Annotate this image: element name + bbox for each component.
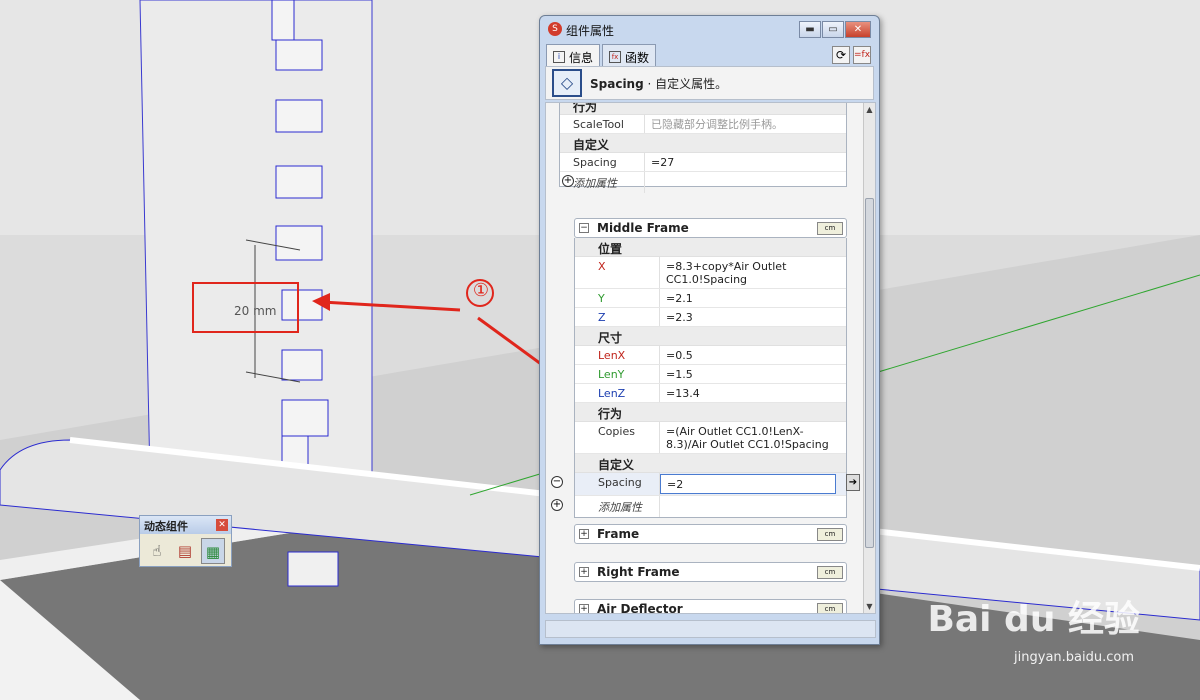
attribute-row[interactable]: Spacing =27 (560, 153, 846, 172)
watermark-url: jingyan.baidu.com (1014, 650, 1134, 665)
refresh-icon[interactable]: ⟳ (832, 46, 850, 64)
close-button[interactable]: ✕ (845, 21, 871, 38)
attribute-row-spacing[interactable]: − Spacing =2 ➔ (551, 473, 860, 496)
component-header-air-deflector[interactable]: + Air Deflector cm (574, 599, 847, 613)
unit-toggle[interactable]: cm (817, 222, 843, 235)
selected-attribute-description: · 自定义属性。 (643, 76, 728, 91)
attribute-row[interactable]: Y =2.1 (575, 289, 846, 308)
component-header-frame[interactable]: + Frame cm (574, 524, 847, 544)
status-bar (545, 620, 876, 638)
top-component-group: 行为 ScaleTool 已隐藏部分调整比例手柄。 自定义 Spacing =2… (559, 103, 847, 193)
attribute-row[interactable]: Z =2.3 (575, 308, 846, 327)
add-attribute-icon[interactable]: + (551, 499, 563, 511)
minimize-button[interactable]: ▬ (799, 21, 821, 38)
section-header: 自定义 (575, 454, 846, 473)
unit-toggle[interactable]: cm (817, 528, 843, 541)
attribute-row[interactable]: LenY =1.5 (575, 365, 846, 384)
attribute-row[interactable]: X =8.3+copy*Air Outlet CC1.0!Spacing (575, 257, 846, 289)
collapse-icon[interactable]: − (579, 223, 589, 233)
sketchup-icon: S (548, 22, 562, 36)
component-header-right-frame[interactable]: + Right Frame cm (574, 562, 847, 582)
function-icon: fx (609, 51, 622, 63)
section-header: 行为 (575, 403, 846, 422)
attributes-panel[interactable]: 行为 ScaleTool 已隐藏部分调整比例手柄。 自定义 Spacing =2… (545, 102, 876, 614)
interact-hand-icon[interactable]: ☝ (145, 538, 169, 564)
component-attributes-icon[interactable]: ▦ (201, 538, 225, 564)
middle-frame-attributes: 位置 X =8.3+copy*Air Outlet CC1.0!Spacing … (551, 238, 860, 518)
baidu-watermark: Bai du 经验 (927, 599, 1140, 640)
selection-header: ◇ Spacing · 自定义属性。 (545, 66, 874, 100)
callout-number: ① (472, 280, 490, 301)
vertical-scrollbar[interactable]: ▲ ▼ (863, 103, 875, 613)
selected-attribute-name: Spacing (590, 76, 644, 91)
maximize-button[interactable]: ▭ (822, 21, 844, 38)
toolbar-title: 动态组件 ✕ (140, 516, 231, 534)
attribute-row[interactable]: LenX =0.5 (575, 346, 846, 365)
component-options-icon[interactable]: ▤ (173, 538, 197, 564)
info-icon: i (553, 51, 565, 63)
delete-attribute-icon[interactable]: − (551, 476, 563, 488)
section-header: 行为 (560, 103, 846, 115)
expand-icon[interactable]: + (579, 529, 589, 539)
dialog-titlebar[interactable]: S 组件属性 ▬ ▭ ✕ (540, 16, 879, 44)
tab-functions[interactable]: fx 函数 (602, 44, 657, 66)
attribute-row[interactable]: ScaleTool 已隐藏部分调整比例手柄。 (560, 115, 846, 134)
attribute-row[interactable]: Copies =(Air Outlet CC1.0!LenX-8.3)/Air … (575, 422, 846, 454)
component-attributes-dialog: S 组件属性 ▬ ▭ ✕ i 信息 fx 函数 ⟳ =fx ◇ Spacing … (539, 15, 880, 645)
add-attribute-row[interactable]: + 添加属性 (551, 496, 846, 517)
close-icon[interactable]: ✕ (216, 519, 228, 531)
tab-info[interactable]: i 信息 (546, 44, 601, 66)
unit-toggle[interactable]: cm (817, 566, 843, 579)
scroll-down-icon[interactable]: ▼ (864, 602, 875, 611)
dialog-title: 组件属性 (566, 24, 615, 38)
section-header: 自定义 (560, 134, 846, 153)
scroll-thumb[interactable] (865, 198, 874, 548)
attribute-row[interactable]: LenZ =13.4 (575, 384, 846, 403)
add-attribute-row[interactable]: + 添加属性 (560, 172, 846, 193)
apply-arrow-icon[interactable]: ➔ (846, 474, 860, 491)
spacing-value-input[interactable]: =2 (660, 474, 836, 494)
dimension-label: 20 mm (234, 304, 277, 318)
component-cube-icon: ◇ (552, 69, 582, 97)
tab-bar: i 信息 fx 函数 ⟳ =fx (540, 44, 879, 66)
expand-icon[interactable]: + (579, 567, 589, 577)
dynamic-components-toolbar: 动态组件 ✕ ☝ ▤ ▦ (139, 515, 232, 567)
toggle-formula-view-icon[interactable]: =fx (853, 46, 871, 64)
scroll-up-icon[interactable]: ▲ (864, 105, 875, 114)
add-attribute-icon[interactable]: + (562, 175, 574, 187)
section-header: 位置 (575, 238, 846, 257)
expand-icon[interactable]: + (579, 604, 589, 613)
section-header: 尺寸 (575, 327, 846, 346)
unit-toggle[interactable]: cm (817, 603, 843, 613)
component-header-middle-frame[interactable]: − Middle Frame cm (574, 218, 847, 238)
